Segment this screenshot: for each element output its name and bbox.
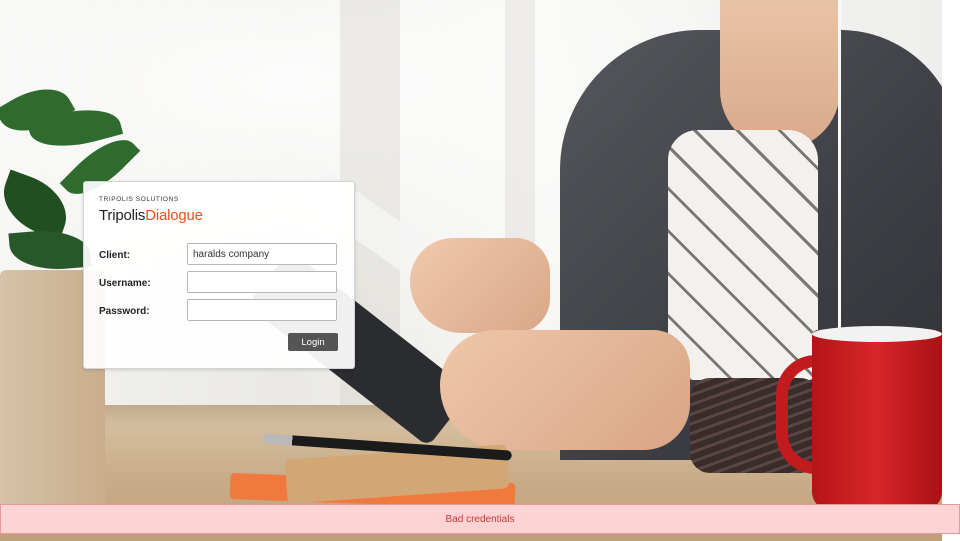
brand-logo: TripolisDialogue — [99, 207, 203, 224]
password-input[interactable] — [187, 299, 337, 321]
person-hand — [440, 330, 690, 450]
person-shirt — [668, 130, 818, 380]
earphone-cable — [838, 0, 853, 360]
client-input[interactable] — [187, 243, 337, 265]
red-mug — [812, 330, 942, 510]
brand-company: TRIPOLIS SOLUTIONS — [99, 196, 179, 203]
person-neck — [720, 0, 840, 150]
brand-product-accent: Dialogue — [145, 207, 203, 224]
password-label: Password: — [99, 306, 150, 317]
client-label: Client: — [99, 250, 131, 261]
person-hand — [410, 238, 550, 333]
login-panel: TRIPOLIS SOLUTIONS TripolisDialogue Clie… — [83, 181, 355, 369]
login-button[interactable]: Login — [288, 333, 338, 351]
username-label: Username: — [99, 278, 151, 289]
username-input[interactable] — [187, 271, 337, 293]
brand-product-primary: Tripolis — [99, 207, 146, 224]
login-page: TRIPOLIS SOLUTIONS TripolisDialogue Clie… — [0, 0, 960, 541]
error-banner: Bad credentials — [0, 504, 960, 534]
page-edge — [942, 0, 960, 541]
mug-rim — [812, 326, 942, 342]
error-message: Bad credentials — [445, 513, 515, 525]
